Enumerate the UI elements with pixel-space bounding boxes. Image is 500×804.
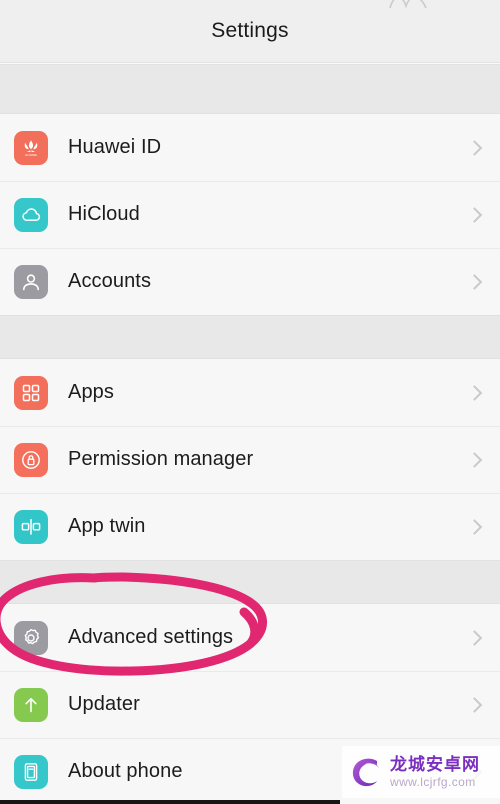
chevron-right-icon [466, 273, 483, 290]
watermark-url: www.lcjrfg.com [390, 775, 476, 789]
apps-section: Apps Permission manager App twin [0, 359, 500, 560]
settings-row-updater[interactable]: Updater [0, 671, 500, 738]
settings-row-advanced-settings[interactable]: Advanced settings [0, 604, 500, 671]
phone-info-icon [14, 754, 48, 789]
settings-row-label: Updater [68, 693, 140, 715]
gear-icon [14, 620, 48, 655]
settings-row-huawei-id[interactable]: HUAWEI Huawei ID [0, 114, 500, 181]
arrow-up-icon [14, 687, 48, 722]
section-gap-top [0, 64, 500, 114]
page-title: Settings [211, 19, 289, 42]
settings-row-label: Permission manager [68, 448, 254, 470]
lock-circle-icon [14, 442, 48, 477]
watermark-logo-icon [352, 758, 379, 787]
settings-row-label: Apps [68, 381, 114, 403]
settings-row-app-twin[interactable]: App twin [0, 493, 500, 560]
chevron-right-icon [466, 629, 483, 646]
settings-row-label: About phone [68, 760, 183, 782]
section-gap-middle [0, 315, 500, 359]
settings-row-permission-manager[interactable]: Permission manager [0, 426, 500, 493]
settings-row-apps[interactable]: Apps [0, 359, 500, 426]
huawei-logo-icon: HUAWEI [14, 130, 48, 165]
account-section: HUAWEI Huawei ID HiCloud Accounts [0, 114, 500, 315]
chevron-right-icon [466, 206, 483, 223]
chevron-right-icon [466, 139, 483, 156]
section-gap-bottom [0, 560, 500, 604]
settings-row-accounts[interactable]: Accounts [0, 248, 500, 315]
svg-text:HUAWEI: HUAWEI [25, 153, 37, 157]
settings-row-label: Huawei ID [68, 136, 162, 158]
watermark-site-name: 龙城安卓网 [390, 755, 480, 774]
chevron-right-icon [466, 696, 483, 713]
chevron-right-icon [466, 451, 483, 468]
bottom-bar [0, 800, 340, 804]
settings-screen: Settings HUAWEI Huawei ID HiCloud Accoun… [0, 0, 500, 804]
chevron-right-icon [466, 518, 483, 535]
settings-row-label: Advanced settings [68, 626, 234, 648]
chevron-right-icon [466, 384, 483, 401]
app-twin-icon [14, 509, 48, 544]
watermark: 龙城安卓网 www.lcjrfg.com [342, 746, 500, 798]
cloud-icon [14, 197, 48, 232]
settings-row-label: App twin [68, 515, 146, 537]
settings-row-hicloud[interactable]: HiCloud [0, 181, 500, 248]
person-icon [14, 264, 48, 299]
settings-row-label: HiCloud [68, 203, 140, 225]
grid-apps-icon [14, 375, 48, 410]
settings-row-label: Accounts [68, 270, 152, 292]
watermark-swoosh-icon [389, 0, 427, 9]
